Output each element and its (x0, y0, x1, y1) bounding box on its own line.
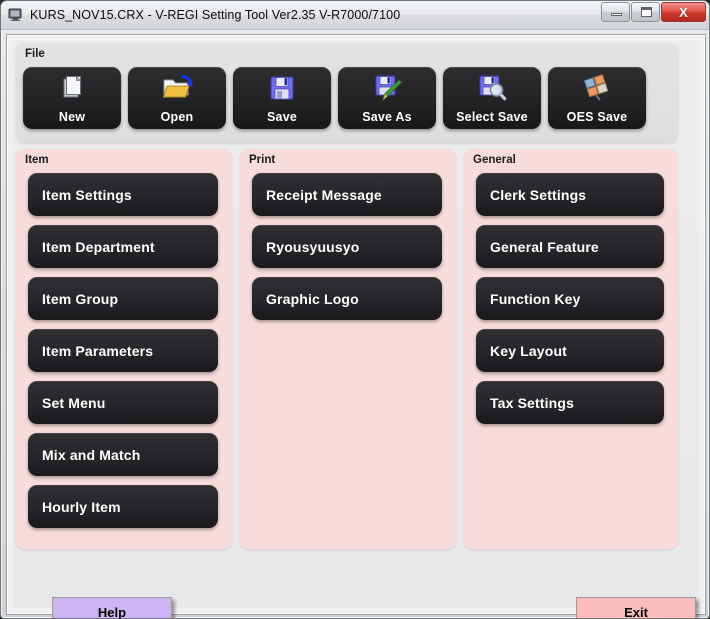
select-save-button-label: Select Save (456, 110, 528, 124)
general-button-list: Clerk Settings General Feature Function … (476, 173, 664, 433)
print-button-list: Receipt Message Ryousyuusyo Graphic Logo (252, 173, 442, 329)
function-key-label: Function Key (490, 290, 581, 307)
set-menu-button[interactable]: Set Menu (28, 381, 218, 424)
item-button-list: Item Settings Item Department Item Group… (28, 173, 218, 537)
general-feature-label: General Feature (490, 238, 599, 255)
ryousyuusyo-label: Ryousyuusyo (266, 238, 360, 255)
item-group-button[interactable]: Item Group (28, 277, 218, 320)
save-button-label: Save (267, 110, 297, 124)
function-key-button[interactable]: Function Key (476, 277, 664, 320)
floppy-disk-pencil-icon (338, 72, 436, 104)
item-department-label: Item Department (42, 238, 155, 255)
window-title: KURS_NOV15.CRX - V-REGI Setting Tool Ver… (30, 8, 401, 22)
window-controls: X (601, 2, 706, 22)
receipt-message-button[interactable]: Receipt Message (252, 173, 442, 216)
mix-and-match-button[interactable]: Mix and Match (28, 433, 218, 476)
minimize-icon (611, 13, 622, 16)
save-button[interactable]: Save (233, 67, 331, 129)
item-group-panel: Item Item Settings Item Department Item … (16, 149, 232, 549)
item-department-button[interactable]: Item Department (28, 225, 218, 268)
item-group-button-label: Item Group (42, 290, 119, 307)
floppy-disk-magnifier-icon (443, 72, 541, 104)
general-group-panel: General Clerk Settings General Feature F… (464, 149, 678, 549)
client-area: File New Open Save Save As Select Save O… (6, 34, 706, 618)
general-feature-button[interactable]: General Feature (476, 225, 664, 268)
item-group-label: Item (25, 154, 49, 166)
close-icon: X (679, 4, 688, 20)
item-settings-label: Item Settings (42, 186, 132, 203)
new-button[interactable]: New (23, 67, 121, 129)
title-bar[interactable]: KURS_NOV15.CRX - V-REGI Setting Tool Ver… (1, 1, 709, 30)
print-group-label: Print (249, 154, 276, 166)
open-folder-icon (128, 72, 226, 104)
ryousyuusyo-button[interactable]: Ryousyuusyo (252, 225, 442, 268)
hourly-item-label: Hourly Item (42, 498, 121, 515)
general-group-label: General (473, 154, 516, 166)
mix-and-match-label: Mix and Match (42, 446, 141, 463)
tax-settings-label: Tax Settings (490, 394, 575, 411)
content-root: File New Open Save Save As Select Save O… (13, 41, 699, 618)
clerk-settings-label: Clerk Settings (490, 186, 587, 203)
set-menu-label: Set Menu (42, 394, 106, 411)
item-parameters-button[interactable]: Item Parameters (28, 329, 218, 372)
graphic-logo-label: Graphic Logo (266, 290, 359, 307)
new-document-icon (23, 72, 121, 104)
save-as-button-label: Save As (362, 110, 412, 124)
file-button-row: New Open Save Save As Select Save OES Sa… (23, 67, 646, 129)
clerk-settings-button[interactable]: Clerk Settings (476, 173, 664, 216)
oes-save-button-label: OES Save (566, 110, 628, 124)
graphic-logo-button[interactable]: Graphic Logo (252, 277, 442, 320)
exit-button-label: Exit (624, 604, 648, 619)
key-layout-label: Key Layout (490, 342, 567, 359)
help-button-label: Help (97, 604, 127, 619)
maximize-button[interactable] (631, 2, 660, 22)
close-button[interactable]: X (661, 2, 706, 22)
tiles-grid-icon (548, 72, 646, 104)
hourly-item-button[interactable]: Hourly Item (28, 485, 218, 528)
open-button[interactable]: Open (128, 67, 226, 129)
print-group-panel: Print Receipt Message Ryousyuusyo Graphi… (240, 149, 456, 549)
help-button[interactable]: Help (52, 597, 172, 619)
file-group-panel: File New Open Save Save As Select Save O… (16, 43, 678, 143)
item-settings-button[interactable]: Item Settings (28, 173, 218, 216)
minimize-button[interactable] (601, 2, 630, 22)
exit-button[interactable]: Exit (576, 597, 696, 619)
maximize-icon (641, 7, 652, 17)
key-layout-button[interactable]: Key Layout (476, 329, 664, 372)
application-window: KURS_NOV15.CRX - V-REGI Setting Tool Ver… (0, 0, 710, 619)
monitor-icon (8, 7, 24, 23)
floppy-disk-icon (233, 72, 331, 104)
receipt-message-label: Receipt Message (266, 186, 382, 203)
new-button-label: New (58, 110, 86, 124)
tax-settings-button[interactable]: Tax Settings (476, 381, 664, 424)
oes-save-button[interactable]: OES Save (548, 67, 646, 129)
open-button-label: Open (160, 110, 194, 124)
file-group-label: File (25, 48, 45, 60)
save-as-button[interactable]: Save As (338, 67, 436, 129)
item-parameters-label: Item Parameters (42, 342, 154, 359)
select-save-button[interactable]: Select Save (443, 67, 541, 129)
